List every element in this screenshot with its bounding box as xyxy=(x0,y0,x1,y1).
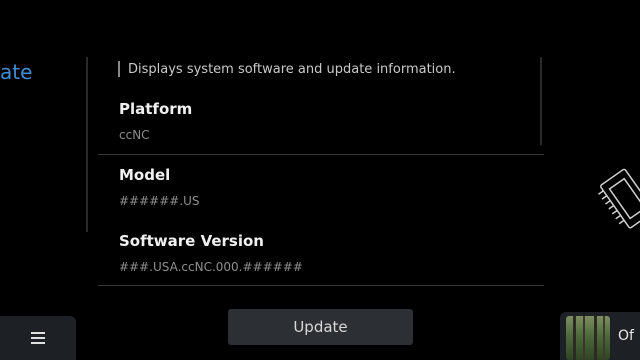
model-row: Model ######.US xyxy=(98,162,544,222)
software-version-label: Software Version xyxy=(119,232,264,250)
software-info-screen: ate Displays system software and update … xyxy=(0,0,640,360)
chip-icon xyxy=(598,168,640,229)
row-separator xyxy=(98,154,544,155)
left-divider xyxy=(86,57,88,232)
menu-icon xyxy=(31,332,45,344)
description-text: Displays system software and update info… xyxy=(128,61,456,77)
software-version-value: ###.USA.ccNC.000.###### xyxy=(119,260,303,274)
model-value: ######.US xyxy=(119,194,200,208)
row-separator xyxy=(98,285,544,286)
platform-row: Platform ccNC xyxy=(98,96,544,156)
menu-button[interactable] xyxy=(0,316,76,360)
media-title: Of xyxy=(618,328,634,344)
software-version-row: Software Version ###.USA.ccNC.000.###### xyxy=(98,228,544,288)
platform-label: Platform xyxy=(119,100,193,118)
platform-value: ccNC xyxy=(119,128,150,142)
left-menu-heading[interactable]: ate xyxy=(0,60,32,84)
media-widget[interactable]: Of xyxy=(560,312,640,360)
model-label: Model xyxy=(119,166,171,184)
description-bar xyxy=(118,61,120,77)
update-button[interactable]: Update xyxy=(228,309,413,345)
description-row: Displays system software and update info… xyxy=(118,60,456,78)
album-art xyxy=(566,316,610,360)
